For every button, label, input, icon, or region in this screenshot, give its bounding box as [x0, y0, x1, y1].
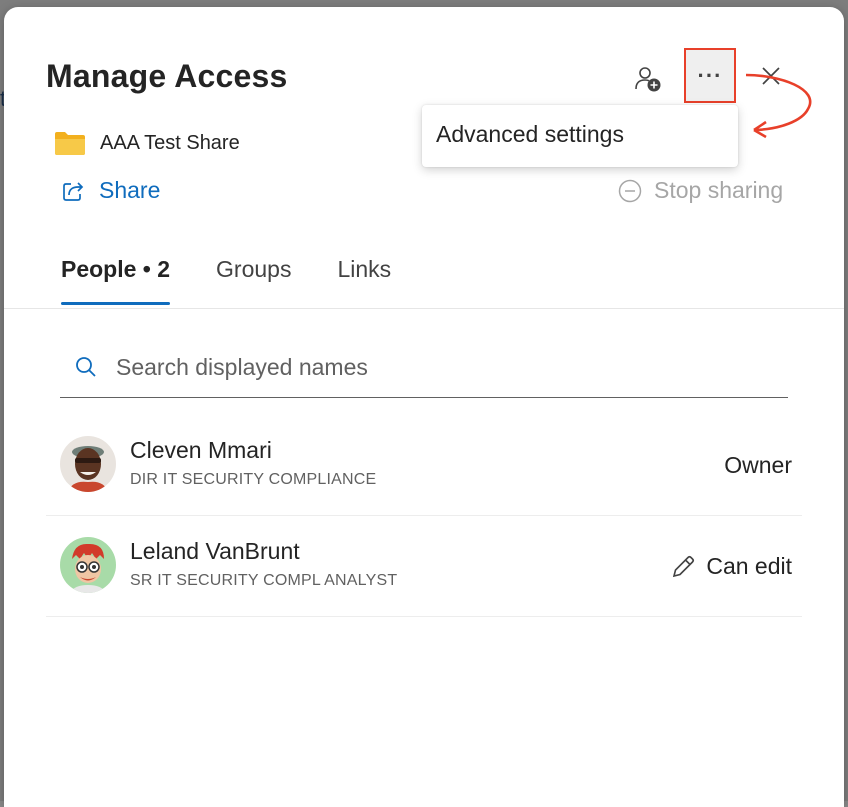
tab-links[interactable]: Links: [337, 256, 391, 305]
person-row[interactable]: Leland VanBrunt SR IT SECURITY COMPL ANA…: [46, 516, 802, 617]
more-options-menu: Advanced settings: [422, 105, 738, 167]
stop-sharing-label: Stop sharing: [654, 177, 784, 203]
stop-sharing-button[interactable]: Stop sharing: [618, 177, 783, 204]
more-options-button[interactable]: ···: [684, 48, 736, 103]
annotation-arrow: [745, 73, 812, 139]
avatar: [60, 537, 116, 593]
access-tabs: People • 2 Groups Links: [61, 256, 437, 305]
person-name: Leland VanBrunt: [130, 538, 300, 564]
manage-access-dialog: Manage Access ··· Advanced settings AAA …: [4, 7, 844, 807]
permission-text: Owner: [724, 452, 792, 478]
search-icon: [74, 354, 100, 380]
search-input[interactable]: [114, 352, 758, 382]
person-row[interactable]: Cleven Mmari DIR IT SECURITY COMPLIANCE …: [46, 415, 802, 516]
person-name: Cleven Mmari: [130, 437, 272, 463]
tab-people[interactable]: People • 2: [61, 256, 171, 305]
permission-dropdown[interactable]: Can edit: [670, 553, 792, 580]
more-options-icon: ···: [697, 62, 723, 88]
person-job-title: SR IT SECURITY COMPL ANALYST: [130, 572, 398, 589]
menu-item-advanced-settings[interactable]: Advanced settings: [436, 121, 624, 148]
search-box: [60, 337, 788, 398]
share-label: Share: [99, 177, 161, 203]
pencil-icon: [670, 554, 696, 580]
permission-label: Owner: [724, 452, 792, 479]
dialog-title: Manage Access: [46, 58, 288, 94]
tab-groups[interactable]: Groups: [216, 256, 291, 305]
tabs-divider: [4, 308, 844, 309]
person-job-title: DIR IT SECURITY COMPLIANCE: [130, 471, 377, 488]
permission-text: Can edit: [706, 553, 792, 579]
shared-item-name: AAA Test Share: [100, 131, 240, 154]
add-person-icon: [635, 67, 661, 92]
folder-icon: [55, 132, 85, 155]
minus-circle-icon: [618, 179, 642, 202]
share-button[interactable]: Share: [61, 177, 160, 204]
avatar: [60, 436, 116, 492]
share-icon: [63, 181, 84, 201]
add-person-button[interactable]: [630, 61, 666, 97]
shared-item: AAA Test Share: [54, 130, 240, 156]
